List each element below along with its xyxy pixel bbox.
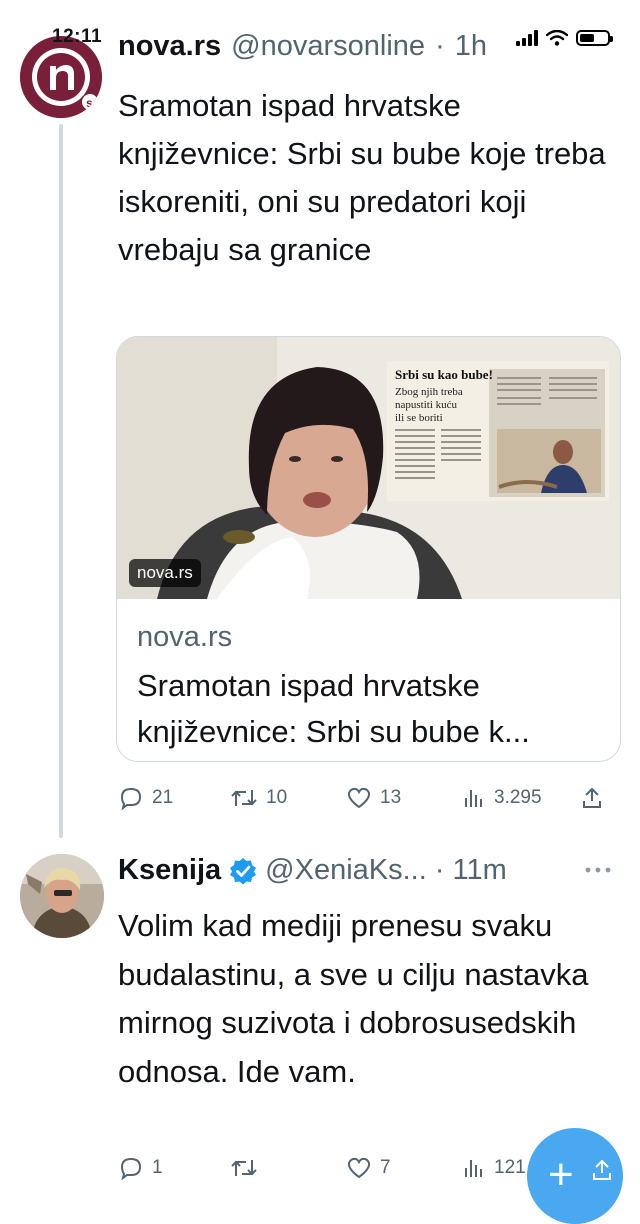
views-count: 3.295: [494, 787, 542, 808]
tweet1-header: nova.rs @novarsonline · 1h: [118, 30, 487, 63]
more-icon: [585, 867, 611, 873]
reply-button[interactable]: 21: [118, 786, 230, 810]
author-name[interactable]: Ksenija: [118, 854, 221, 887]
dot-separator: ·: [435, 30, 445, 62]
card-image: Srbi su kao bube! Zbog njih treba napust…: [117, 337, 620, 599]
like-count: 7: [380, 1157, 391, 1178]
author-handle[interactable]: @novarsonline: [231, 30, 425, 63]
like-icon: [347, 787, 371, 809]
thread-line: [59, 124, 63, 838]
card-title: Sramotan ispad hrvatske književnice: Srb…: [137, 668, 530, 749]
author-handle[interactable]: @XeniaKs...: [265, 854, 427, 887]
battery-icon: [576, 30, 613, 46]
card-domain: nova.rs: [137, 621, 233, 653]
nova-logo-icon: s: [20, 36, 102, 118]
dot-separator: ·: [434, 854, 445, 886]
tweet-age[interactable]: 11m: [452, 854, 506, 887]
retweet-button[interactable]: 10: [230, 786, 346, 810]
views-count: 121: [494, 1157, 526, 1178]
retweet-icon: [231, 790, 257, 806]
status-icons: [516, 30, 613, 46]
reply-count: 1: [152, 1157, 163, 1178]
newspaper-headline: Srbi su kao bube!: [395, 367, 493, 382]
signal-icon: [516, 30, 538, 46]
views-button[interactable]: 3.295: [462, 786, 580, 810]
views-icon: [465, 1160, 482, 1177]
status-time: 12:11: [52, 26, 103, 47]
reply-count: 21: [152, 787, 174, 808]
svg-text:Zbog njih treba: Zbog njih treba: [395, 386, 463, 398]
tweet-age[interactable]: 1h: [455, 30, 487, 63]
tweet-text: Sramotan ispad hrvatske književnice: Srb…: [118, 88, 606, 267]
share-button[interactable]: [580, 786, 604, 810]
views-icon: [465, 790, 482, 807]
author-name[interactable]: nova.rs: [118, 30, 221, 63]
wifi-icon: [546, 30, 568, 46]
svg-text:ili se boriti: ili se boriti: [395, 412, 443, 424]
compose-icon: +: [548, 1150, 574, 1199]
tweet2-header: Ksenija @XeniaKs... · 11m: [118, 854, 507, 887]
avatar-photo: [20, 854, 104, 938]
more-button[interactable]: [584, 862, 612, 880]
avatar-nova[interactable]: s: [20, 36, 102, 118]
reply-icon: [120, 1157, 142, 1180]
views-button[interactable]: 121: [462, 1156, 526, 1180]
reply-icon: [120, 787, 142, 810]
verified-icon: [230, 857, 257, 884]
tweet1-actions: 21 10 13 3.295: [118, 786, 618, 810]
like-button[interactable]: 13: [346, 786, 462, 810]
share-icon[interactable]: [590, 1158, 614, 1182]
tweet-text: Volim kad mediji prenesu svaku budalasti…: [118, 908, 589, 1089]
link-card[interactable]: Srbi su kao bube! Zbog njih treba napust…: [116, 336, 621, 762]
svg-text:s: s: [86, 96, 93, 110]
retweet-icon: [231, 1160, 257, 1176]
retweet-count: 10: [266, 787, 288, 808]
like-button[interactable]: 7: [346, 1156, 462, 1180]
like-icon: [347, 1157, 371, 1179]
image-source-badge: nova.rs: [129, 559, 201, 587]
share-icon: [583, 787, 601, 808]
svg-text:napustiti kuću: napustiti kuću: [395, 399, 458, 411]
like-count: 13: [380, 787, 402, 808]
retweet-button[interactable]: [230, 1156, 346, 1180]
reply-button[interactable]: 1: [118, 1156, 230, 1180]
avatar-ksenija[interactable]: [20, 854, 104, 938]
